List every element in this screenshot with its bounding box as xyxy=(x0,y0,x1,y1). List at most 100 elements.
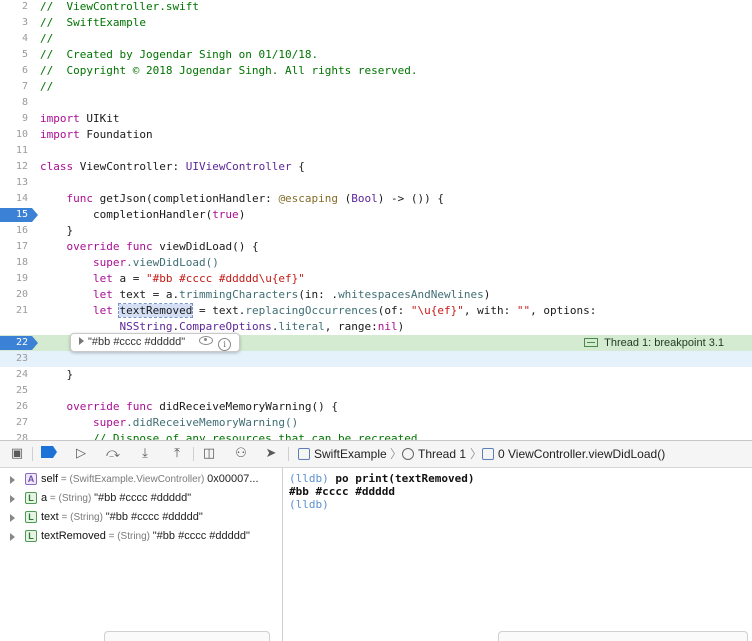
code-line[interactable]: 25 xyxy=(0,383,752,399)
code-line[interactable]: 23 xyxy=(0,351,752,367)
hide-debug-area-icon[interactable]: ▣ xyxy=(8,446,26,462)
breadcrumb-thread[interactable]: Thread 1 xyxy=(402,446,466,462)
line-number[interactable]: 28 xyxy=(0,431,34,440)
line-number[interactable]: 2 xyxy=(0,0,34,15)
breakpoints-toggle-icon[interactable] xyxy=(40,446,58,462)
line-number[interactable]: 3 xyxy=(0,15,34,31)
code-line[interactable]: 15 completionHandler(true) xyxy=(0,207,752,223)
code-text[interactable]: let a = "#bb #cccc #ddddd\u{ef}" xyxy=(40,271,305,287)
breadcrumb-project[interactable]: SwiftExample xyxy=(298,446,387,462)
code-line[interactable]: 17 override func viewDidLoad() { xyxy=(0,239,752,255)
console-filter-bar[interactable] xyxy=(498,631,748,641)
code-text[interactable]: let textRemoved = text.replacingOccurren… xyxy=(40,303,596,319)
variable-row[interactable]: Aself = (SwiftExample.ViewController) 0x… xyxy=(0,470,283,488)
code-text[interactable]: override func didReceiveMemoryWarning() … xyxy=(40,399,339,415)
code-text[interactable]: func getJson(completionHandler: @escapin… xyxy=(40,191,445,207)
line-number[interactable]: 20 xyxy=(0,287,34,303)
code-line[interactable]: 27 super.didReceiveMemoryWarning() xyxy=(0,415,752,431)
code-line[interactable]: 7 // xyxy=(0,79,752,95)
variables-view[interactable]: Aself = (SwiftExample.ViewController) 0x… xyxy=(0,468,283,641)
code-line[interactable]: 19 let a = "#bb #cccc #ddddd\u{ef}" xyxy=(0,271,752,287)
line-number[interactable]: 7 xyxy=(0,79,34,95)
code-line[interactable]: 21 let textRemoved = text.replacingOccur… xyxy=(0,303,752,319)
line-number[interactable]: 19 xyxy=(0,271,34,287)
step-out-icon[interactable]: ⤒ xyxy=(168,446,186,462)
code-line[interactable]: 26 override func didReceiveMemoryWarning… xyxy=(0,399,752,415)
code-text[interactable]: // Dispose of any resources that can be … xyxy=(40,431,424,440)
disclosure-triangle-icon[interactable] xyxy=(10,533,15,541)
line-number[interactable]: 5 xyxy=(0,47,34,63)
disclosure-triangle-icon[interactable] xyxy=(10,514,15,522)
code-text[interactable]: // xyxy=(40,79,53,95)
code-text[interactable]: import Foundation xyxy=(40,127,153,143)
code-line[interactable]: 20 let text = a.trimmingCharacters(in: .… xyxy=(0,287,752,303)
code-text[interactable]: let text = a.trimmingCharacters(in: .whi… xyxy=(40,287,490,303)
line-number[interactable]: 12 xyxy=(0,159,34,175)
disclosure-triangle-icon[interactable] xyxy=(10,476,15,484)
variable-row[interactable]: Ltext = (String) "#bb #cccc #ddddd" xyxy=(0,508,283,526)
line-number[interactable]: 8 xyxy=(0,95,34,111)
line-number[interactable]: 16 xyxy=(0,223,34,239)
code-text[interactable]: // SwiftExample xyxy=(40,15,146,31)
code-text[interactable]: override func viewDidLoad() { xyxy=(40,239,259,255)
line-number[interactable]: 25 xyxy=(0,383,34,399)
code-line[interactable]: 18 super.viewDidLoad() xyxy=(0,255,752,271)
line-number[interactable]: 27 xyxy=(0,415,34,431)
code-text[interactable]: // Copyright © 2018 Jogendar Singh. All … xyxy=(40,63,418,79)
variables-filter-bar[interactable] xyxy=(104,631,270,641)
line-number[interactable]: 9 xyxy=(0,111,34,127)
line-number[interactable]: 4 xyxy=(0,31,34,47)
code-text[interactable]: // Created by Jogendar Singh on 01/10/18… xyxy=(40,47,318,63)
line-number[interactable]: 21 xyxy=(0,303,34,319)
line-number[interactable]: 17 xyxy=(0,239,34,255)
line-number[interactable]: 10 xyxy=(0,127,34,143)
code-text[interactable]: super.didReceiveMemoryWarning() xyxy=(40,415,298,431)
info-icon[interactable]: i xyxy=(218,338,232,351)
step-over-icon[interactable]: ⤼ xyxy=(104,446,122,462)
code-text[interactable]: } xyxy=(40,367,73,383)
code-line[interactable]: 16 } xyxy=(0,223,752,239)
line-number[interactable]: 26 xyxy=(0,399,34,415)
line-number[interactable]: 22 xyxy=(0,335,34,351)
line-number[interactable]: 24 xyxy=(0,367,34,383)
code-line[interactable]: 14 func getJson(completionHandler: @esca… xyxy=(0,191,752,207)
step-into-icon[interactable]: ⤓ xyxy=(136,446,154,462)
code-line[interactable]: 24 } xyxy=(0,367,752,383)
variable-row[interactable]: La = (String) "#bb #cccc #ddddd" xyxy=(0,489,283,507)
code-line[interactable]: 2 // ViewController.swift xyxy=(0,0,752,15)
simulate-location-icon[interactable]: ➤ xyxy=(262,446,280,462)
code-text[interactable]: // ViewController.swift xyxy=(40,0,199,15)
line-number[interactable] xyxy=(0,319,34,335)
line-number[interactable]: 18 xyxy=(0,255,34,271)
code-line[interactable]: 13 xyxy=(0,175,752,191)
line-number[interactable]: 13 xyxy=(0,175,34,191)
line-number[interactable]: 15 xyxy=(0,207,34,223)
code-text[interactable]: super.viewDidLoad() xyxy=(40,255,219,271)
code-line[interactable]: 6 // Copyright © 2018 Jogendar Singh. All… xyxy=(0,63,752,79)
code-text[interactable]: completionHandler(true) xyxy=(40,207,245,223)
code-text[interactable]: } xyxy=(40,223,73,239)
variable-quicklook-popover[interactable]: "#bb #cccc #ddddd" i xyxy=(70,333,241,352)
disclosure-triangle-icon[interactable] xyxy=(10,495,15,503)
source-editor[interactable]: 2 // ViewController.swift 3 // SwiftExample… xyxy=(0,0,752,440)
breadcrumb-frame[interactable]: 0 ViewController.viewDidLoad() xyxy=(482,446,665,462)
thread-indicator[interactable]: Thread 1: breakpoint 3.1 xyxy=(584,335,724,351)
code-line[interactable]: 4 // xyxy=(0,31,752,47)
code-line[interactable]: 9 import UIKit xyxy=(0,111,752,127)
line-number[interactable]: 11 xyxy=(0,143,34,159)
debug-console[interactable]: (lldb) po print(textRemoved) #bb #cccc #d… xyxy=(283,468,752,641)
quicklook-eye-icon[interactable] xyxy=(199,336,214,345)
code-line[interactable]: 28 // Dispose of any resources that can … xyxy=(0,431,752,440)
code-line[interactable]: 12 class ViewController: UIViewController… xyxy=(0,159,752,175)
code-line[interactable]: 8 xyxy=(0,95,752,111)
code-text[interactable]: class ViewController: UIViewController { xyxy=(40,159,305,175)
code-text[interactable]: import UIKit xyxy=(40,111,120,127)
code-line[interactable]: 5 // Created by Jogendar Singh on 01/10/1… xyxy=(0,47,752,63)
line-number[interactable]: 6 xyxy=(0,63,34,79)
memory-graph-icon[interactable]: ⚇ xyxy=(232,446,250,462)
variable-row[interactable]: LtextRemoved = (String) "#bb #cccc #dddd… xyxy=(0,527,283,545)
view-hierarchy-icon[interactable]: ◫ xyxy=(200,446,218,462)
code-line[interactable]: 11 xyxy=(0,143,752,159)
code-line[interactable]: 10 import Foundation xyxy=(0,127,752,143)
line-number[interactable]: 14 xyxy=(0,191,34,207)
